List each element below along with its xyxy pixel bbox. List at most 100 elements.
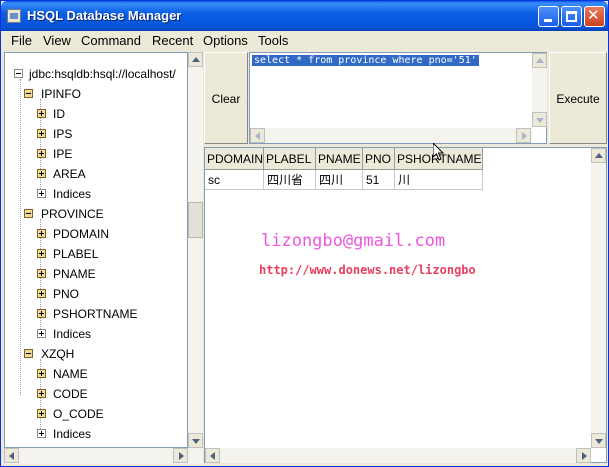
column-header[interactable]: PNAME [316,148,363,170]
table-cell[interactable]: 四川省 [264,170,316,190]
tree-expand-icon[interactable] [37,309,46,318]
scroll-right-icon [522,132,527,140]
tree-table-province[interactable]: PROVINCE [5,205,187,223]
tree-expand-icon[interactable] [37,269,46,278]
maximize-icon [566,11,577,22]
close-button[interactable]: ✕ [584,6,605,27]
tree-collapse-icon[interactable] [14,69,23,78]
results-grid[interactable]: PDOMAIN PLABEL PNAME PNO PSHORTNAME sc 四… [204,147,607,463]
tree-expand-icon[interactable] [37,369,46,378]
tree-collapse-icon[interactable] [24,209,33,218]
scroll-down-button[interactable] [532,112,547,127]
grid-horizontal-scrollbar[interactable] [205,448,591,463]
scroll-down-button[interactable] [591,433,606,448]
scroll-left-button[interactable] [205,448,220,463]
tree-expand-icon[interactable] [37,109,46,118]
database-tree[interactable]: jdbc:hsqldb:hsql://localhost/ IPINFO ID … [4,52,188,448]
tree-column[interactable]: O_CODE [5,405,187,423]
tree-expand-icon[interactable] [37,329,46,338]
menu-view[interactable]: View [43,33,71,48]
menu-recent[interactable]: Recent [152,33,193,48]
maximize-button[interactable] [561,6,582,27]
tree-horizontal-scrollbar[interactable] [4,448,203,464]
scroll-right-button[interactable] [576,448,591,463]
table-cell[interactable]: 川 [395,170,483,190]
scroll-right-icon [179,452,184,460]
scroll-left-icon [255,132,260,140]
scroll-up-button[interactable] [591,148,606,163]
tree-column[interactable]: PLABEL [5,245,187,263]
tree-collapse-icon[interactable] [24,349,33,358]
tree-column[interactable]: PDOMAIN [5,225,187,243]
sql-editor[interactable]: select * from province where pno='51' [249,52,547,144]
scroll-left-icon [9,452,14,460]
scroll-right-button[interactable] [516,128,531,143]
tree-expand-icon[interactable] [37,289,46,298]
menu-bar: File View Command Recent Options Tools [2,31,607,50]
tree-column[interactable]: NAME [5,365,187,383]
scroll-up-button[interactable] [532,53,547,68]
scroll-down-icon [192,439,200,444]
scroll-up-button[interactable] [188,52,203,67]
tree-indices-label: Indices [53,427,92,441]
scroll-left-button[interactable] [4,448,19,463]
tree-indices[interactable]: Indices [5,325,187,343]
sql-query-text[interactable]: select * from province where pno='51' [252,55,479,66]
tree-expand-icon[interactable] [37,249,46,258]
tree-vertical-scrollbar[interactable] [188,52,203,448]
close-icon: ✕ [587,6,600,24]
scroll-right-button[interactable] [173,448,188,463]
tree-column-label: NAME [53,367,88,381]
column-header[interactable]: PNO [363,148,395,170]
menu-command[interactable]: Command [81,33,141,48]
scroll-left-icon [210,452,215,460]
menu-tools[interactable]: Tools [258,33,288,48]
clear-button[interactable]: Clear [204,52,248,144]
sql-vertical-scrollbar[interactable] [532,53,547,127]
grid-vertical-scrollbar[interactable] [591,148,606,448]
tree-expand-icon[interactable] [37,429,46,438]
tree-column[interactable]: PSHORTNAME [5,305,187,323]
scroll-left-button[interactable] [250,128,265,143]
tree-expand-icon[interactable] [37,409,46,418]
tree-column[interactable]: PNAME [5,265,187,283]
table-cell[interactable]: 四川 [316,170,363,190]
tree-column[interactable]: PNO [5,285,187,303]
column-header[interactable]: PLABEL [264,148,316,170]
tree-expand-icon[interactable] [37,229,46,238]
tree-column[interactable]: IPE [5,145,187,163]
tree-indices[interactable]: Indices [5,185,187,203]
tree-column-label: PLABEL [53,247,99,261]
tree-root[interactable]: jdbc:hsqldb:hsql://localhost/ [5,65,187,83]
scroll-down-button[interactable] [188,433,203,448]
tree-expand-icon[interactable] [37,169,46,178]
tree-expand-icon[interactable] [37,389,46,398]
menu-file[interactable]: File [11,33,32,48]
table-cell[interactable]: sc [205,170,264,190]
mouse-cursor-icon [433,143,445,161]
tree-expand-icon[interactable] [37,129,46,138]
column-header[interactable]: PDOMAIN [205,148,264,170]
watermark-email: lizongbo@gmail.com [261,231,446,251]
tree-root-label: jdbc:hsqldb:hsql://localhost/ [29,67,176,81]
minimize-icon [544,19,552,22]
tree-column[interactable]: CODE [5,385,187,403]
tree-table-xzqh[interactable]: XZQH [5,345,187,363]
tree-collapse-icon[interactable] [24,89,33,98]
tree-column[interactable]: ID [5,105,187,123]
minimize-button[interactable] [538,6,559,27]
menu-options[interactable]: Options [203,33,248,48]
sql-horizontal-scrollbar[interactable] [250,128,532,143]
scroll-thumb[interactable] [188,202,203,238]
tree-expand-icon[interactable] [37,189,46,198]
scroll-up-icon [536,58,544,63]
tree-table-ipinfo[interactable]: IPINFO [5,85,187,103]
watermark-url: http://www.donews.net/lizongbo [259,263,476,277]
tree-expand-icon[interactable] [37,149,46,158]
tree-indices[interactable]: Indices [5,425,187,443]
tree-column[interactable]: IPS [5,125,187,143]
table-cell[interactable]: 51 [363,170,395,190]
title-bar[interactable]: HSQL Database Manager ✕ [1,1,608,31]
execute-button[interactable]: Execute [549,52,607,144]
tree-column[interactable]: AREA [5,165,187,183]
